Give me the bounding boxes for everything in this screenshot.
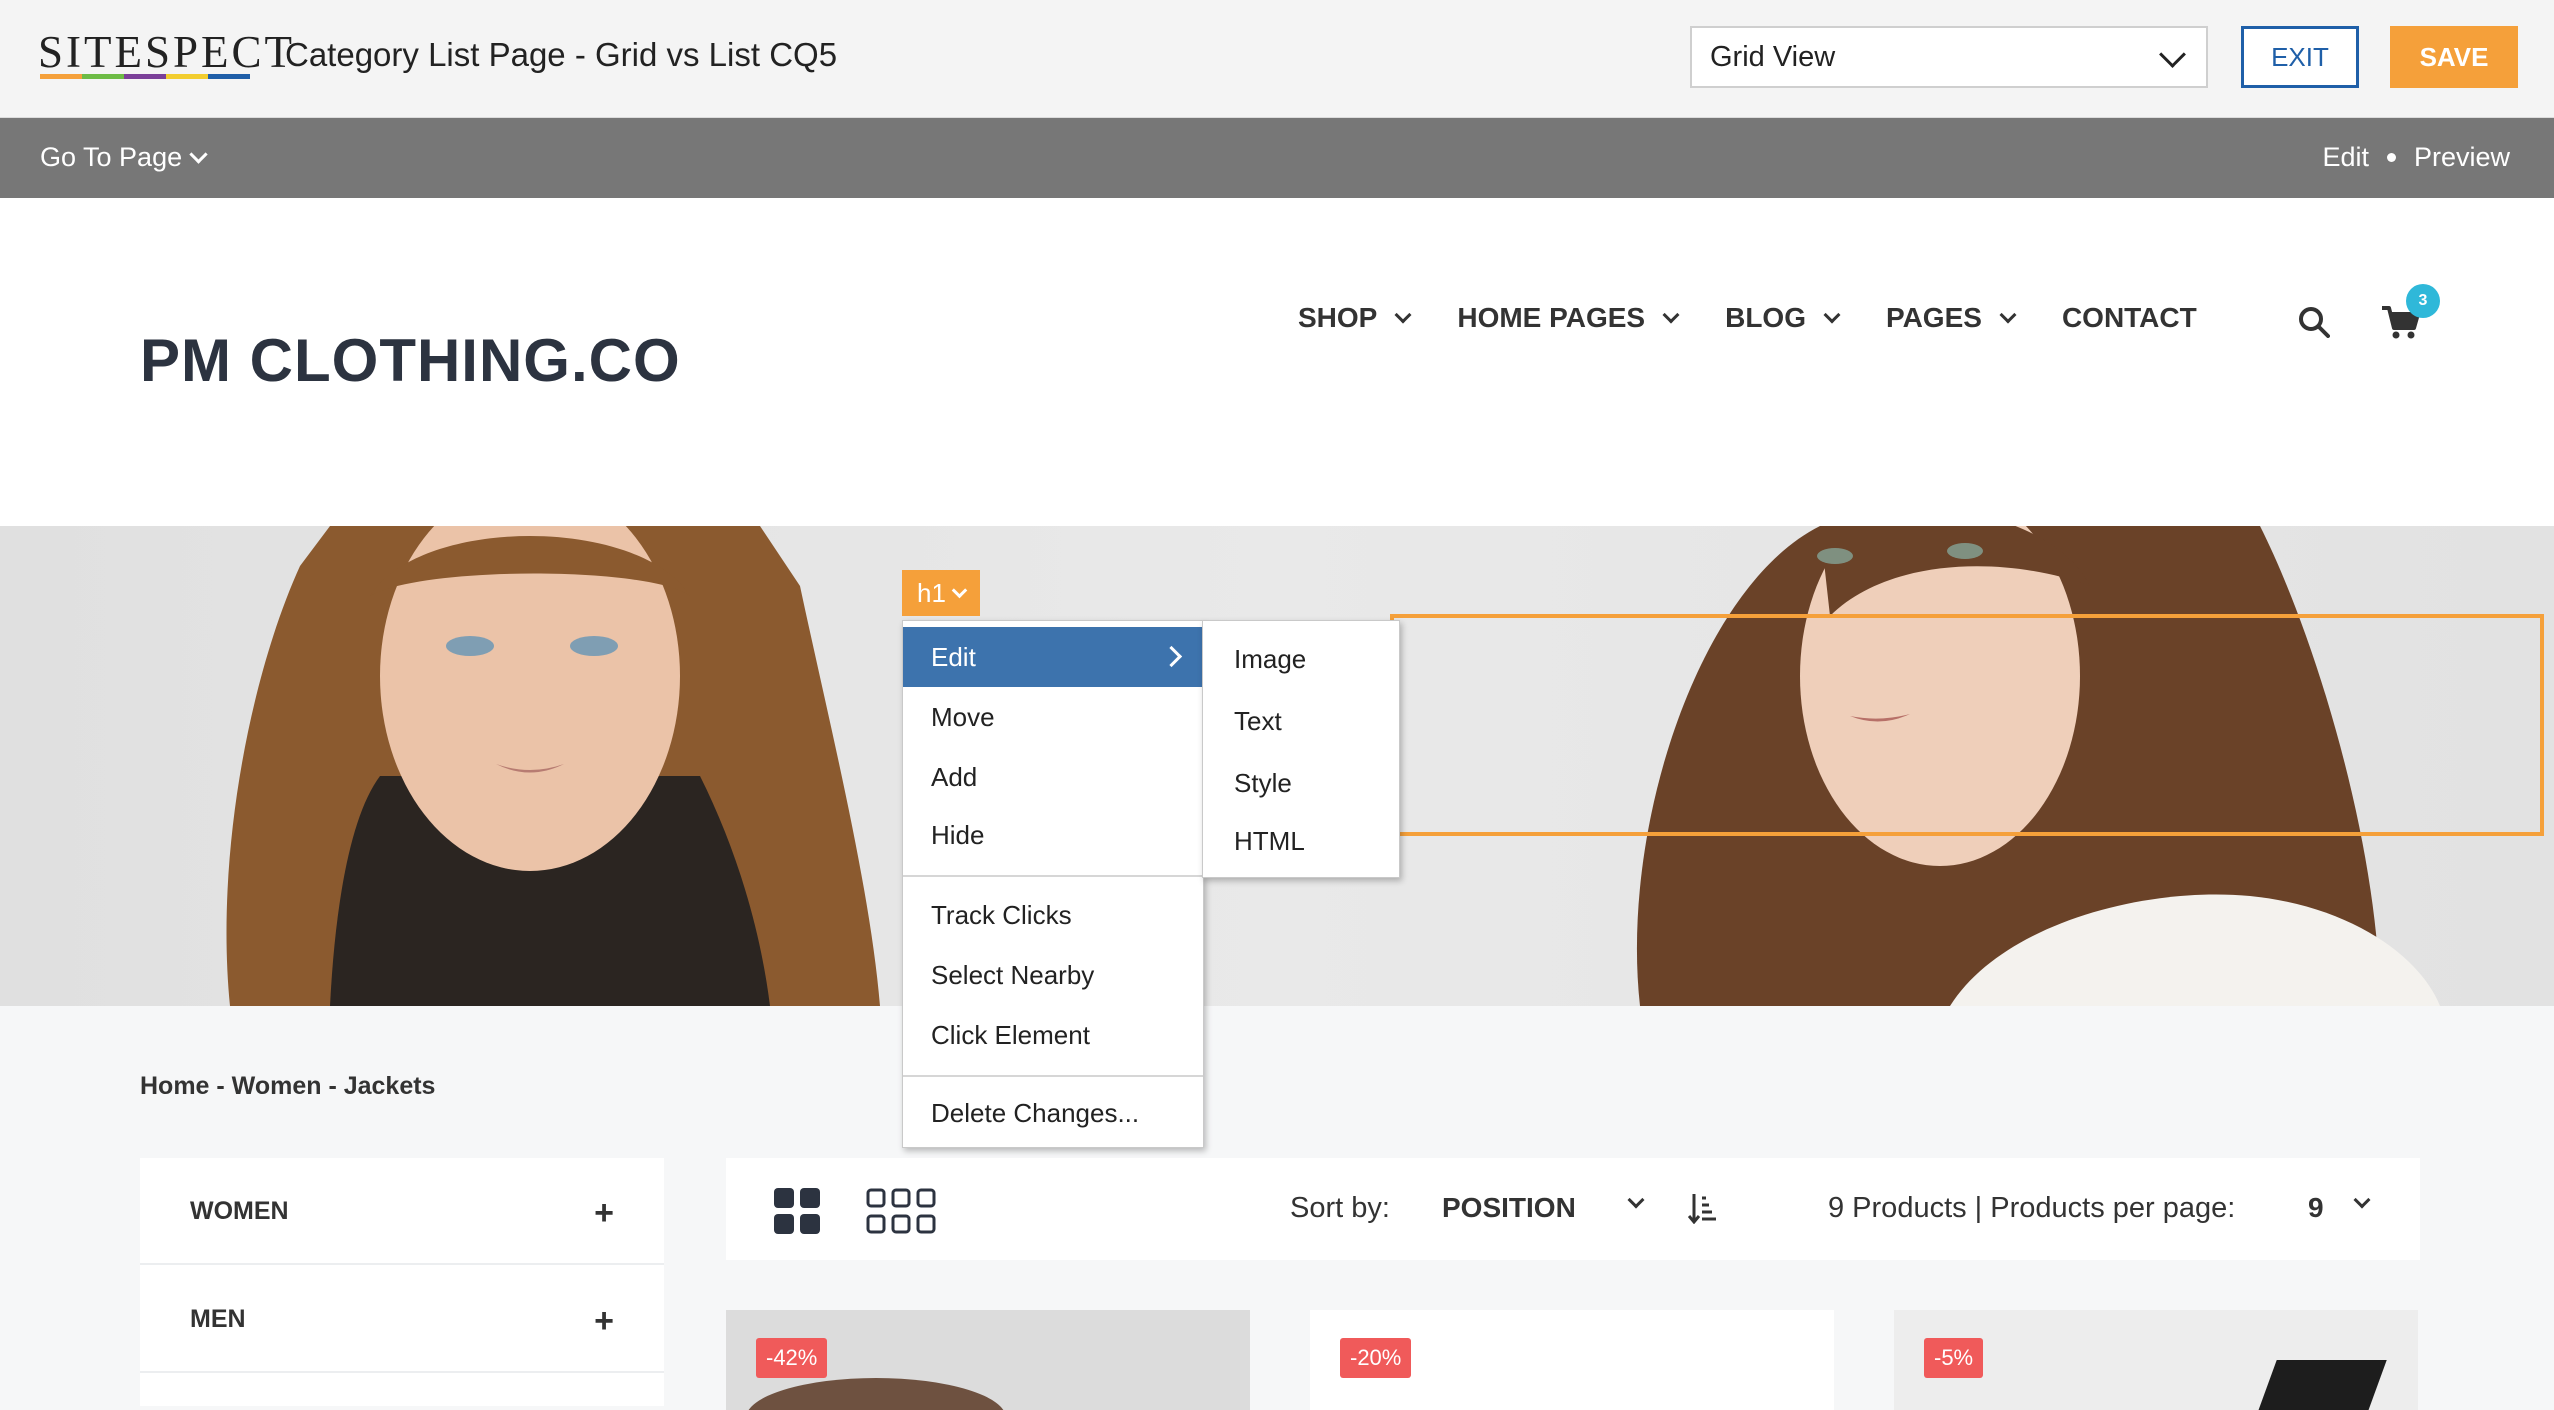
- menu-item-select-nearby[interactable]: Select Nearby: [903, 945, 1203, 1005]
- nav-item-blog[interactable]: BLOG: [1725, 302, 1841, 334]
- product-toolbar: Sort by: POSITION 9 Products | Products …: [726, 1158, 2420, 1260]
- nav-item-label: BLOG: [1725, 302, 1806, 333]
- site-logo[interactable]: PM CLOTHING.CO: [140, 326, 681, 395]
- chevron-down-icon: [1823, 306, 1841, 324]
- nav-item-label: SHOP: [1298, 302, 1378, 333]
- grid-view-icon[interactable]: [774, 1188, 820, 1234]
- sidebar-divider: [140, 1263, 664, 1265]
- nav-item-label: CONTACT: [2061, 302, 2197, 333]
- edit-submenu: Image Text Style HTML: [1202, 620, 1400, 878]
- main-nav: SHOP HOME PAGES BLOG PAGES CONTACT: [1298, 302, 2245, 334]
- save-button[interactable]: SAVE: [2390, 26, 2518, 88]
- variation-select-value: Grid View: [1710, 40, 1836, 73]
- sort-direction-icon[interactable]: [1688, 1192, 1718, 1224]
- nav-item-label: HOME PAGES: [1457, 302, 1646, 333]
- submenu-item-image[interactable]: Image: [1203, 631, 1399, 687]
- go-to-page-label: Go To Page: [40, 142, 183, 172]
- nav-item-pages[interactable]: PAGES: [1885, 302, 2017, 334]
- cart-count-badge: 3: [2406, 284, 2440, 318]
- separator-dot: [2386, 153, 2396, 162]
- edit-mode-link[interactable]: Edit: [2322, 142, 2369, 173]
- nav-item-contact[interactable]: CONTACT: [2062, 302, 2197, 334]
- exit-button[interactable]: EXIT: [2241, 26, 2359, 88]
- menu-item-move[interactable]: Move: [903, 687, 1203, 747]
- menu-item-edit[interactable]: Edit: [903, 627, 1203, 687]
- nav-item-shop[interactable]: SHOP: [1298, 302, 1412, 334]
- element-tag-label: h1: [917, 577, 946, 608]
- chevron-right-icon: [1160, 645, 1183, 668]
- sidebar-item-label: MEN: [190, 1304, 246, 1333]
- chevron-down-icon[interactable]: [2353, 1191, 2371, 1209]
- plus-icon[interactable]: +: [594, 1304, 614, 1338]
- menu-divider: [903, 875, 1203, 877]
- menu-item-hide[interactable]: Hide: [903, 805, 1203, 865]
- chevron-down-icon: [951, 582, 968, 599]
- chevron-down-icon[interactable]: [1627, 1191, 1645, 1209]
- discount-badge: -5%: [1924, 1338, 1984, 1378]
- product-card[interactable]: -5%: [1894, 1310, 2418, 1410]
- element-context-menu: Edit Move Add Hide Track Clicks Select N…: [902, 620, 1204, 1148]
- sidebar-item-men[interactable]: MEN +: [140, 1266, 664, 1372]
- per-page-select[interactable]: 9: [2308, 1192, 2324, 1224]
- menu-divider: [903, 1075, 1203, 1077]
- submenu-item-text[interactable]: Text: [1203, 693, 1399, 749]
- menu-item-track-clicks[interactable]: Track Clicks: [903, 885, 1203, 945]
- plus-icon[interactable]: +: [594, 1196, 614, 1230]
- chevron-down-icon: [2159, 41, 2186, 68]
- submenu-item-style[interactable]: Style: [1203, 755, 1399, 811]
- sitespect-toolbar: SITESPECT Category List Page - Grid vs L…: [0, 0, 2554, 118]
- editor-subbar: Go To Page Edit Preview: [0, 118, 2554, 198]
- mode-switch: Edit Preview: [2322, 142, 2510, 173]
- compact-grid-icon[interactable]: [866, 1188, 936, 1234]
- selected-element-outline: [1390, 614, 2544, 836]
- product-card[interactable]: -42%: [726, 1310, 1250, 1410]
- sort-select[interactable]: POSITION: [1442, 1192, 1576, 1224]
- category-sidebar: WOMEN + MEN +: [140, 1158, 664, 1406]
- project-title: Category List Page - Grid vs List CQ5: [285, 36, 838, 73]
- menu-item-delete-changes[interactable]: Delete Changes...: [903, 1083, 1203, 1143]
- chevron-down-icon: [1394, 306, 1412, 324]
- chevron-down-icon: [1662, 306, 1680, 324]
- menu-item-label: Edit: [931, 641, 976, 672]
- chevron-down-icon: [1999, 306, 2017, 324]
- preview-mode-link[interactable]: Preview: [2414, 142, 2510, 173]
- sort-label: Sort by:: [1290, 1192, 1390, 1224]
- site-header: PM CLOTHING.CO SHOP HOME PAGES BLOG PAGE…: [0, 198, 2554, 526]
- submenu-item-html[interactable]: HTML: [1203, 813, 1399, 869]
- sidebar-divider: [140, 1371, 664, 1373]
- product-card[interactable]: -20%: [1310, 1310, 1834, 1410]
- menu-item-add[interactable]: Add: [903, 747, 1203, 807]
- variation-select[interactable]: Grid View: [1690, 26, 2208, 88]
- products-count: 9 Products | Products per page:: [1828, 1192, 2236, 1224]
- chevron-down-icon: [189, 145, 208, 164]
- discount-badge: -42%: [756, 1338, 828, 1378]
- sidebar-item-label: WOMEN: [190, 1196, 289, 1225]
- menu-item-click-element[interactable]: Click Element: [903, 1005, 1203, 1065]
- search-icon[interactable]: [2298, 306, 2330, 338]
- sitespect-logo-stripe: [40, 74, 250, 79]
- sidebar-item-women[interactable]: WOMEN +: [140, 1158, 664, 1264]
- discount-badge: -20%: [1340, 1338, 1412, 1378]
- nav-item-home-pages[interactable]: HOME PAGES: [1457, 302, 1680, 334]
- go-to-page-menu[interactable]: Go To Page: [40, 142, 208, 173]
- element-tag-button[interactable]: h1: [902, 570, 980, 616]
- breadcrumb[interactable]: Home - Women - Jackets: [140, 1072, 435, 1101]
- nav-item-label: PAGES: [1885, 302, 1982, 333]
